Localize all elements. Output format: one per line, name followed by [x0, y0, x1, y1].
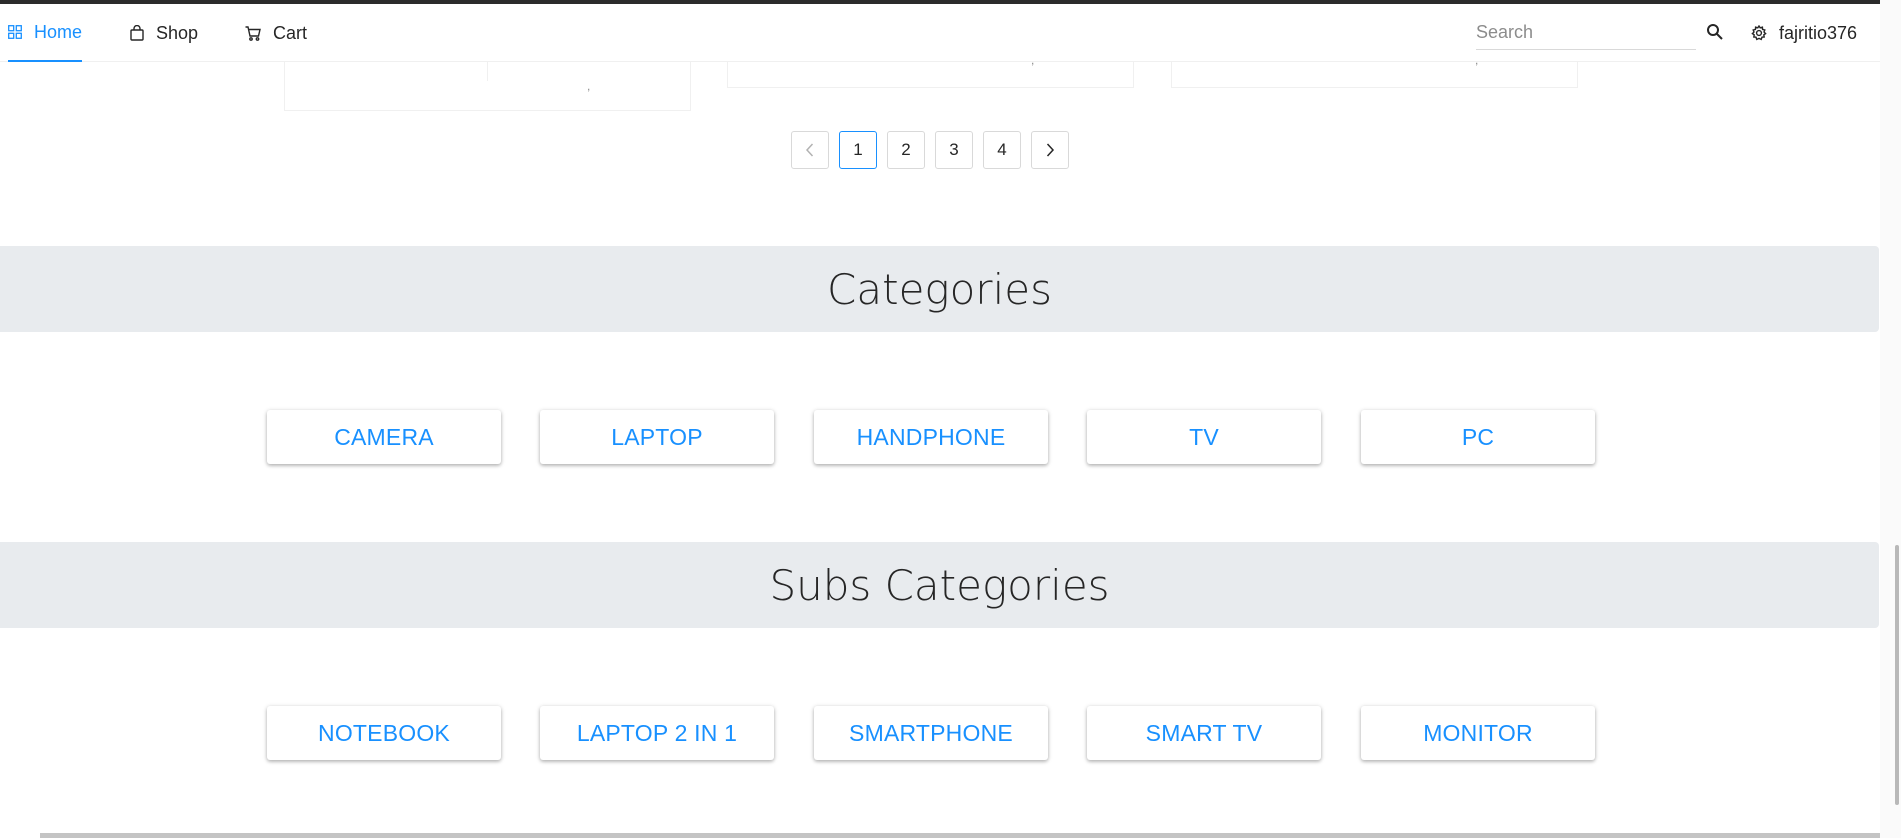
cart-icon — [245, 25, 261, 41]
pagination: 1 2 3 4 — [791, 131, 1069, 169]
subcategory-button-monitor[interactable]: MONITOR — [1361, 706, 1595, 760]
settings-icon — [1751, 25, 1767, 41]
vertical-scrollbar-thumb[interactable] — [1895, 545, 1899, 805]
pagination-next-button[interactable] — [1031, 131, 1069, 169]
chevron-left-icon — [805, 143, 814, 157]
pagination-page-1[interactable]: 1 — [839, 131, 877, 169]
username-label: fajritio376 — [1779, 22, 1858, 43]
category-button-handphone[interactable]: HANDPHONE — [814, 410, 1048, 464]
search-input[interactable] — [1476, 16, 1696, 50]
shopping-bag-icon — [130, 25, 144, 41]
card-price-separator: , — [587, 79, 591, 93]
pagination-page-3[interactable]: 3 — [935, 131, 973, 169]
categories-heading: Categories — [0, 246, 1879, 332]
category-button-tv[interactable]: TV — [1087, 410, 1321, 464]
nav-cart[interactable]: Cart — [245, 4, 307, 62]
nav-shop[interactable]: Shop — [130, 4, 198, 62]
subcategory-button-smart-tv[interactable]: SMART TV — [1087, 706, 1321, 760]
appstore-icon — [8, 25, 22, 39]
subcategory-button-notebook[interactable]: NOTEBOOK — [267, 706, 501, 760]
nav-home-label: Home — [33, 21, 82, 42]
pagination-page-4[interactable]: 4 — [983, 131, 1021, 169]
category-button-pc[interactable]: PC — [1361, 410, 1595, 464]
nav-shop-label: Shop — [156, 22, 199, 43]
subcategory-button-smartphone[interactable]: SMARTPHONE — [814, 706, 1048, 760]
chevron-right-icon — [1046, 143, 1055, 157]
nav-cart-label: Cart — [273, 22, 308, 43]
category-button-laptop[interactable]: LAPTOP — [540, 410, 774, 464]
sub-categories-heading: Subs Categories — [0, 542, 1879, 628]
top-navbar: Home Shop Cart fajritio376 — [0, 4, 1880, 62]
search-icon[interactable] — [1706, 23, 1724, 41]
user-menu[interactable]: fajritio376 — [1751, 4, 1857, 62]
nav-home[interactable]: Home — [8, 4, 82, 62]
pagination-page-2[interactable]: 2 — [887, 131, 925, 169]
category-button-camera[interactable]: CAMERA — [267, 410, 501, 464]
subcategory-button-laptop-2-in-1[interactable]: LAPTOP 2 IN 1 — [540, 706, 774, 760]
horizontal-scrollbar[interactable] — [40, 833, 1880, 838]
pagination-prev-button[interactable] — [791, 131, 829, 169]
